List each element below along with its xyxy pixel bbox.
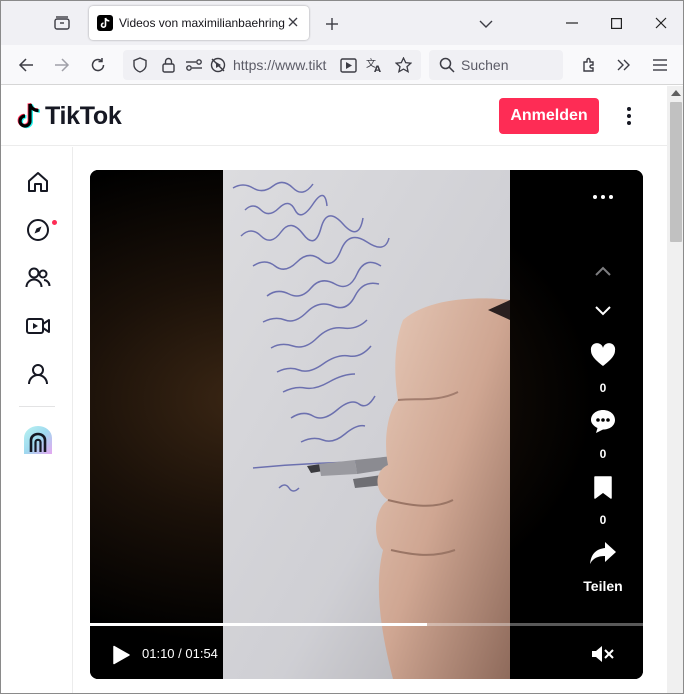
url-text: https://www.tikt xyxy=(233,57,327,73)
hamburger-menu-icon[interactable] xyxy=(648,53,672,77)
progress-bar[interactable] xyxy=(90,623,643,626)
close-tab-icon[interactable] xyxy=(285,14,301,30)
bookmark-icon[interactable] xyxy=(588,472,618,502)
video-frame-image xyxy=(223,170,510,679)
notification-dot xyxy=(52,220,57,225)
tab-title: Videos von maximilianbaehring xyxy=(119,16,285,30)
playback-time: 01:10 / 01:54 xyxy=(142,646,218,661)
search-placeholder: Suchen xyxy=(461,57,509,73)
minimize-icon[interactable] xyxy=(557,9,587,37)
comment-count: 0 xyxy=(599,447,607,461)
tab-overview-icon[interactable] xyxy=(49,11,75,35)
share-icon[interactable] xyxy=(588,538,618,568)
sidebar xyxy=(1,147,73,693)
comment-icon[interactable] xyxy=(588,406,618,436)
tiktok-note-icon xyxy=(17,102,41,129)
reload-icon[interactable] xyxy=(86,53,110,77)
play-icon[interactable] xyxy=(112,643,134,667)
scroll-thumb[interactable] xyxy=(670,102,682,242)
page-scrollbar[interactable] xyxy=(667,86,683,693)
next-video-icon[interactable] xyxy=(590,300,616,322)
search-bar[interactable]: Suchen xyxy=(429,50,563,80)
browser-window: Videos von maximilianbaehring https://ww… xyxy=(0,0,684,694)
forward-icon[interactable] xyxy=(50,53,74,77)
tiktok-header: TikTok Anmelden xyxy=(1,86,667,146)
picture-in-picture-icon[interactable] xyxy=(339,56,357,74)
bookmark-star-icon[interactable] xyxy=(394,56,412,74)
url-bar[interactable]: https://www.tikt 文A xyxy=(123,50,421,80)
lock-icon[interactable] xyxy=(159,56,177,74)
logo-wordmark: TikTok xyxy=(45,101,122,130)
active-tab[interactable]: Videos von maximilianbaehring xyxy=(89,6,309,40)
heart-icon[interactable] xyxy=(588,340,618,370)
save-count: 0 xyxy=(599,513,607,527)
home-icon[interactable] xyxy=(23,167,53,197)
profile-icon[interactable] xyxy=(23,359,53,389)
muted-speaker-icon[interactable] xyxy=(590,642,616,666)
video-player[interactable]: 0 0 0 Teilen 01:10 / 01:54 xyxy=(90,170,643,679)
maximize-icon[interactable] xyxy=(601,9,631,37)
more-vertical-icon[interactable] xyxy=(619,102,639,130)
translate-icon[interactable]: 文A xyxy=(366,56,384,74)
navigation-bar: https://www.tikt 文A Suchen xyxy=(1,45,683,85)
live-icon[interactable] xyxy=(23,311,53,341)
progress-fill xyxy=(90,623,428,626)
close-window-icon[interactable] xyxy=(646,9,676,37)
back-icon[interactable] xyxy=(14,53,38,77)
scroll-up-arrow-icon[interactable] xyxy=(671,90,681,96)
explore-icon[interactable] xyxy=(23,215,53,245)
previous-video-icon[interactable] xyxy=(590,260,616,282)
tiktok-favicon-icon xyxy=(97,15,113,31)
overflow-menu-icon[interactable] xyxy=(612,53,636,77)
share-label[interactable]: Teilen xyxy=(573,578,633,594)
svg-text:A: A xyxy=(374,65,381,73)
tab-strip: Videos von maximilianbaehring xyxy=(1,1,683,45)
app-promo-icon[interactable] xyxy=(21,423,55,457)
like-count: 0 xyxy=(599,381,607,395)
following-icon[interactable] xyxy=(23,263,53,293)
permissions-icon[interactable] xyxy=(185,56,203,74)
autoplay-blocked-icon[interactable] xyxy=(209,56,227,74)
sidebar-divider xyxy=(19,406,55,407)
new-tab-icon[interactable] xyxy=(321,13,343,35)
chevron-down-icon[interactable] xyxy=(475,13,497,35)
search-icon xyxy=(439,57,455,73)
tiktok-logo[interactable]: TikTok xyxy=(17,100,122,132)
extensions-icon[interactable] xyxy=(577,53,601,77)
login-button[interactable]: Anmelden xyxy=(499,98,599,134)
shield-icon[interactable] xyxy=(131,56,149,74)
video-more-icon[interactable] xyxy=(590,186,616,208)
